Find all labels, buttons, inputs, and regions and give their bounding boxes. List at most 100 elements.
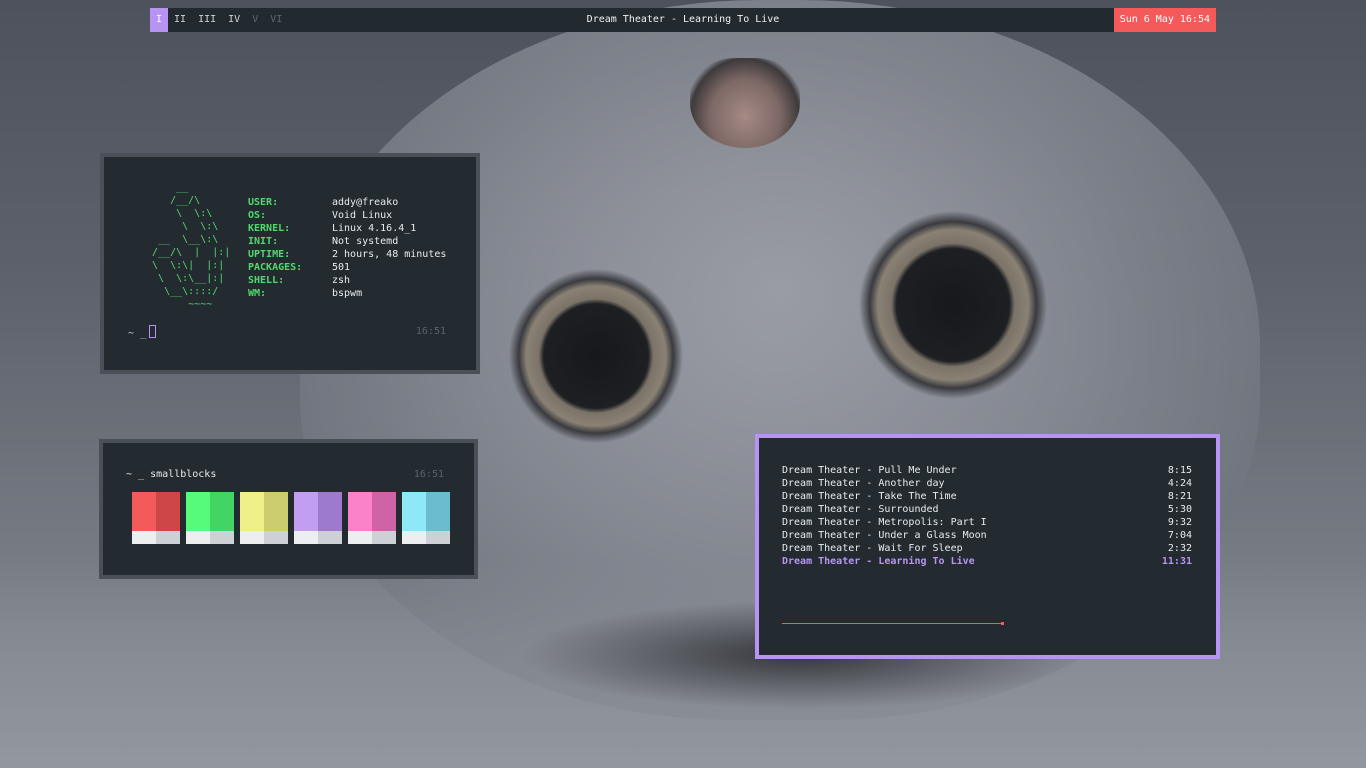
info-key: WM: [248, 288, 267, 299]
swatch-base-cell [318, 531, 342, 544]
info-key: OS: [248, 210, 267, 221]
swatch-base-cell [264, 531, 288, 544]
color-swatch [294, 492, 342, 544]
swatch-base-cell [210, 531, 234, 544]
swatch-color-cell [156, 492, 180, 531]
swatch-color-cell [294, 492, 318, 531]
info-value: bspwm [332, 288, 363, 299]
info-value: Not systemd [332, 236, 399, 247]
info-row: UPTIME: 2 hours, 48 minutes [248, 248, 446, 261]
swatch-color-cell [372, 492, 396, 531]
prompt-tilde: ~ [126, 469, 133, 480]
swatch-base-cell [132, 531, 156, 544]
prompt-arrow: _ [138, 469, 145, 480]
color-swatch [132, 492, 180, 544]
now-playing-title: Dream Theater - Learning To Live [586, 14, 780, 25]
info-value: 501 [332, 262, 351, 273]
swatch-base-cell [426, 531, 450, 544]
command-text: smallblocks [150, 469, 217, 480]
playlist-item[interactable]: Dream Theater - Another day 4:24 [782, 477, 1192, 490]
track-title: Dream Theater - Wait For Sleep [782, 543, 963, 554]
info-row: KERNEL: Linux 4.16.4_1 [248, 222, 446, 235]
swatch-base-cell [372, 531, 396, 544]
track-duration: 11:31 [1161, 556, 1192, 567]
swatch-color-cell [186, 492, 210, 531]
info-key: SHELL: [248, 275, 285, 286]
swatch-base-cell [402, 531, 426, 544]
info-row: INIT: Not systemd [248, 235, 446, 248]
color-swatch [348, 492, 396, 544]
swatch-color-cell [264, 492, 288, 531]
playlist-item-current[interactable]: Dream Theater - Learning To Live 11:31 [782, 555, 1192, 568]
playlist-item[interactable]: Dream Theater - Pull Me Under 8:15 [782, 464, 1192, 477]
playlist-item[interactable]: Dream Theater - Wait For Sleep 2:32 [782, 542, 1192, 555]
swatch-base-cell [348, 531, 372, 544]
color-swatch [402, 492, 450, 544]
info-value: 2 hours, 48 minutes [332, 249, 447, 260]
track-title: Dream Theater - Surrounded [782, 504, 939, 515]
info-value: Linux 4.16.4_1 [332, 223, 417, 234]
workspace-6[interactable]: VI [264, 8, 288, 32]
info-row: OS: Void Linux [248, 209, 446, 222]
swatch-color-cell [348, 492, 372, 531]
swatch-base-cell [156, 531, 180, 544]
workspace-4[interactable]: IV [222, 8, 246, 32]
void-linux-logo: __ /__/\ \ \:\ \ \:\ __ \__\:\ /__/\ | |… [152, 182, 231, 310]
workspace-5[interactable]: V [246, 8, 264, 32]
workspace-1[interactable]: I [150, 8, 169, 32]
track-title: Dream Theater - Under a Glass Moon [782, 530, 987, 541]
info-key: INIT: [248, 236, 279, 247]
wallpaper-cat-eye-right [858, 210, 1048, 400]
info-key: KERNEL: [248, 223, 291, 234]
track-duration: 8:21 [1167, 491, 1192, 502]
info-key: PACKAGES: [248, 262, 303, 273]
track-title: Dream Theater - Take The Time [782, 491, 957, 502]
info-row: WM: bspwm [248, 287, 446, 300]
info-key: UPTIME: [248, 249, 291, 260]
info-value: addy@freako [332, 197, 399, 208]
track-title: Dream Theater - Metropolis: Part I [782, 517, 987, 528]
terminal-smallblocks[interactable]: ~ _ smallblocks 16:51 [99, 439, 478, 579]
swatch-color-cell [318, 492, 342, 531]
terminal-music-player[interactable]: Dream Theater - Pull Me Under 8:15 Dream T… [755, 434, 1220, 659]
info-row: PACKAGES: 501 [248, 261, 446, 274]
track-duration: 4:24 [1167, 478, 1192, 489]
color-swatches [132, 492, 456, 544]
swatch-base-cell [294, 531, 318, 544]
workspace-3[interactable]: III [192, 8, 222, 32]
wallpaper-cat-nose [690, 58, 800, 148]
playback-progress[interactable] [782, 622, 1004, 625]
playlist-item[interactable]: Dream Theater - Take The Time 8:21 [782, 490, 1192, 503]
track-title: Dream Theater - Another day [782, 478, 945, 489]
progress-knob[interactable] [1001, 622, 1004, 625]
swatch-color-cell [240, 492, 264, 531]
prompt-arrow: _ [140, 328, 147, 339]
workspace-2[interactable]: II [168, 8, 192, 32]
playlist-item[interactable]: Dream Theater - Metropolis: Part I 9:32 [782, 516, 1192, 529]
swatch-base-cell [186, 531, 210, 544]
info-key: USER: [248, 197, 279, 208]
track-title: Dream Theater - Learning To Live [782, 556, 975, 567]
playlist-item[interactable]: Dream Theater - Surrounded 5:30 [782, 503, 1192, 516]
swatch-base-cell [240, 531, 264, 544]
swatch-color-cell [426, 492, 450, 531]
swatch-color-cell [402, 492, 426, 531]
shell-prompt[interactable]: ~ _ [128, 325, 157, 341]
info-row: SHELL: zsh [248, 274, 446, 287]
track-duration: 7:04 [1167, 530, 1192, 541]
shell-command-line[interactable]: ~ _ smallblocks [126, 468, 216, 482]
track-duration: 2:32 [1167, 543, 1192, 554]
terminal-neofetch[interactable]: __ /__/\ \ \:\ \ \:\ __ \__\:\ /__/\ | |… [100, 153, 480, 374]
workspace-list: I II III IV V VI [150, 8, 288, 32]
prompt-tilde: ~ [128, 328, 135, 339]
swatch-color-cell [132, 492, 156, 531]
track-duration: 8:15 [1167, 465, 1192, 476]
swatch-color-cell [210, 492, 234, 531]
color-swatch [186, 492, 234, 544]
info-value: zsh [332, 275, 351, 286]
prompt-time: 16:51 [413, 469, 444, 480]
text-cursor [149, 325, 157, 338]
playlist-item[interactable]: Dream Theater - Under a Glass Moon 7:04 [782, 529, 1192, 542]
info-row: USER: addy@freako [248, 196, 446, 209]
status-bar: I II III IV V VI Dream Theater - Learning To … [150, 8, 1216, 32]
